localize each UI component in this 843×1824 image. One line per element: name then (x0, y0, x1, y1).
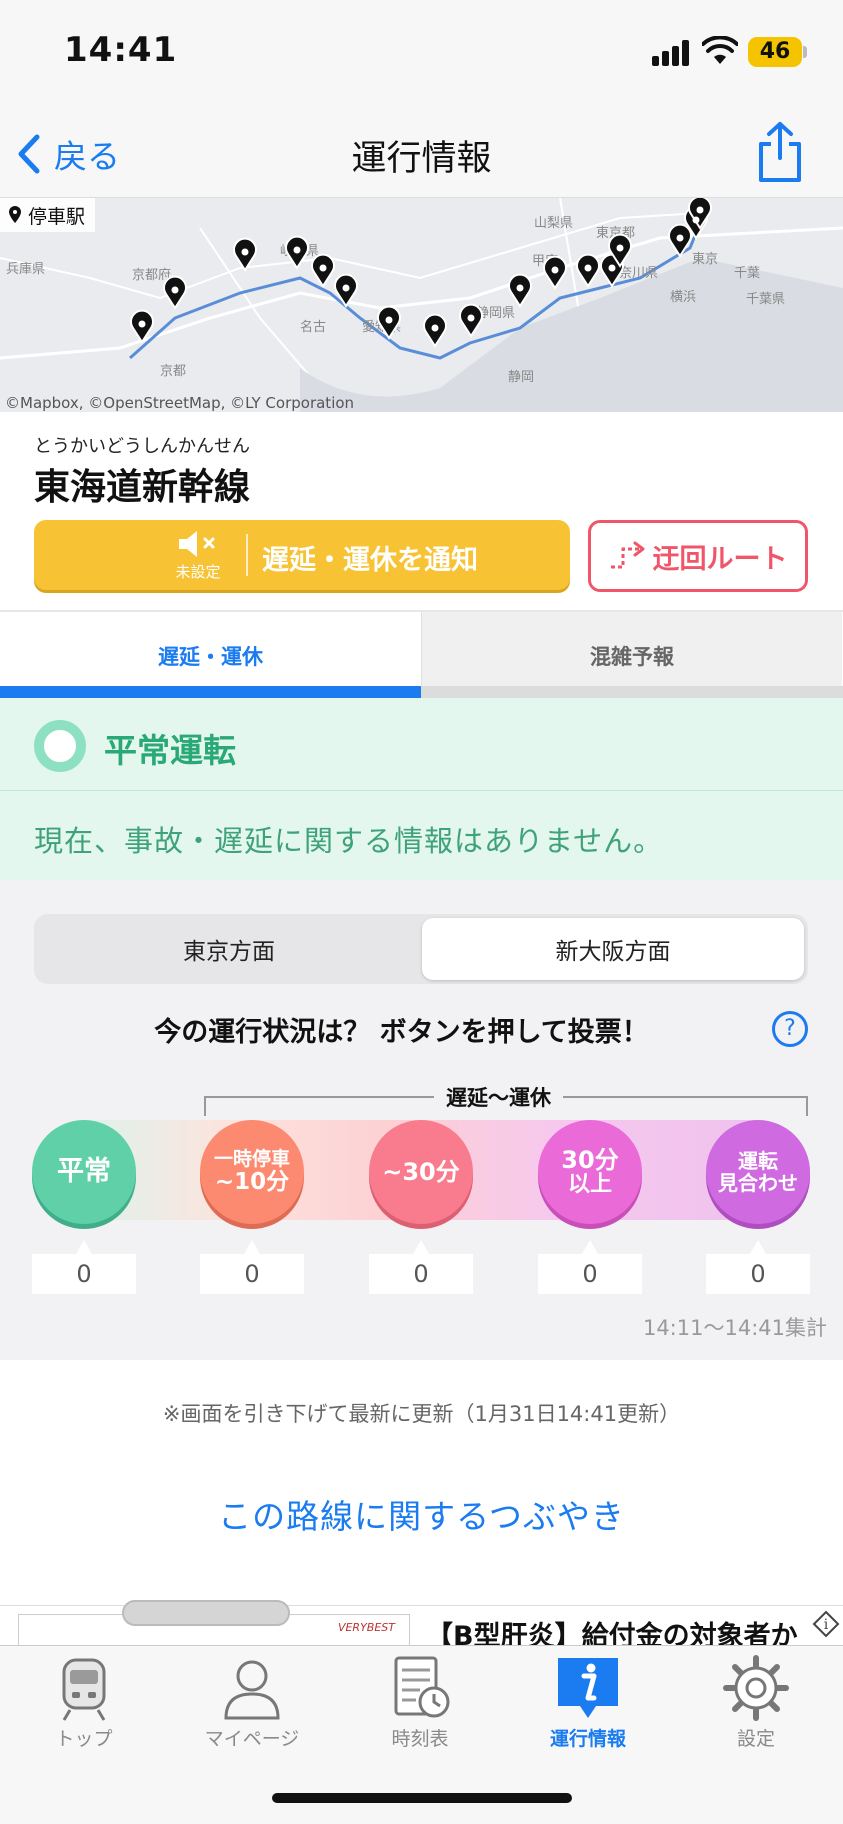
line-furigana: とうかいどうしんかんせん (34, 436, 250, 457)
ad-brand: VERYBEST (337, 1621, 395, 1634)
timetable-icon (394, 1656, 450, 1718)
vote-suspended-button[interactable]: 運転 見合わせ (706, 1120, 810, 1224)
footer-info: ※画面を引き下げて最新に更新（1月31日14:41更新） この路線に関するつぶや… (0, 1360, 843, 1605)
train-icon (62, 1658, 106, 1721)
ad-info-icon[interactable]: i (812, 1610, 840, 1638)
range-label: 遅延〜運休 (434, 1082, 563, 1112)
detour-icon (610, 541, 644, 569)
vote-count: 0 (538, 1240, 642, 1294)
wifi-icon (702, 36, 738, 64)
gear-icon (723, 1655, 789, 1721)
detour-route-button[interactable]: 迂回ルート (588, 520, 808, 592)
tabbar-label: 時刻表 (391, 1728, 449, 1750)
notify-label: 遅延・運休を通知 (262, 545, 478, 576)
tabbar-label: 運行情報 (549, 1728, 626, 1750)
vote-option-sublabel: ~10分 (214, 1168, 290, 1195)
vote-option-label: 平常 (57, 1156, 111, 1188)
status-divider (0, 790, 843, 791)
refresh-note: ※画面を引き下げて最新に更新（1月31日14:41更新） (162, 1402, 681, 1426)
vote-question: 今の運行状況は？ ボタンを押して投票！ (154, 1017, 649, 1048)
line-name: 東海道新幹線 (34, 467, 251, 508)
notify-unset-label: 未設定 (175, 563, 221, 581)
vote-30min-button[interactable]: ~30分 (369, 1120, 473, 1224)
info-icon (558, 1658, 618, 1718)
notify-icon-group: 未設定 (158, 526, 238, 584)
status-bar: 14:41 46 (0, 0, 843, 110)
tabbar-item-operation-info[interactable]: 運行情報 (504, 1654, 672, 1754)
vote-normal-button[interactable]: 平常 (32, 1120, 136, 1224)
route-map[interactable]: 停車駅 兵庫県 京都府 京都 岐阜県 名古 愛知県 静岡県 静岡 山梨県 甲府 … (0, 198, 843, 412)
battery-icon: 46 (748, 37, 802, 67)
tweets-link[interactable]: この路線に関するつぶやき (0, 1490, 843, 1538)
normal-status-icon (34, 720, 86, 772)
share-icon[interactable] (755, 120, 805, 184)
vote-over-30min-button[interactable]: 30分 以上 (538, 1120, 642, 1224)
signal-icon (652, 40, 692, 66)
person-icon (224, 1660, 280, 1720)
vote-option-label: ~30分 (382, 1157, 460, 1186)
status-title: 平常運転 (104, 731, 236, 770)
svg-text:i: i (824, 1617, 829, 1633)
tally-period: 14:11～14:41集計 (642, 1316, 827, 1340)
tabbar-label: マイページ (204, 1728, 300, 1750)
vote-count: 0 (706, 1240, 810, 1294)
vote-count: 0 (200, 1240, 304, 1294)
detour-label: 迂回ルート (652, 543, 788, 575)
help-icon[interactable]: ? (772, 1011, 808, 1047)
vote-option-label: 一時停車 (213, 1147, 290, 1170)
ad-text: 【B型肝炎】給付金の対象者か (426, 1621, 798, 1645)
tabbar-label: 設定 (736, 1728, 775, 1750)
vote-section: 東京方面 新大阪方面 今の運行状況は？ ボタンを押して投票！ ? 遅延〜運休 平… (0, 898, 843, 1360)
vote-option-sublabel: 以上 (567, 1172, 612, 1198)
tabbar-item-top[interactable]: トップ (0, 1654, 168, 1754)
tab-active-indicator (0, 686, 421, 698)
notify-button[interactable]: 未設定 遅延・運休を通知 (34, 520, 570, 590)
mute-speaker-icon (179, 531, 215, 557)
vote-stop-10min-button[interactable]: 一時停車 ~10分 (200, 1120, 304, 1224)
vote-option-label: 運転 (738, 1149, 778, 1173)
map-credit: ©Mapbox, ©OpenStreetMap, ©LY Corporation (5, 394, 355, 412)
page-title: 運行情報 (351, 139, 492, 179)
tabbar-item-timetable[interactable]: 時刻表 (336, 1654, 504, 1754)
battery-cap (803, 46, 807, 58)
tab-track (421, 686, 843, 698)
direction-tokyo-segment[interactable]: 東京方面 (38, 918, 420, 980)
vote-option-sublabel: 見合わせ (718, 1171, 798, 1195)
operation-status-panel: 平常運転 現在、事故・遅延に関する情報はありません。 (0, 698, 843, 880)
notify-divider (246, 534, 248, 576)
vote-option-label: 30分 (561, 1145, 619, 1174)
tabbar-label: トップ (55, 1728, 113, 1750)
line-header: とうかいどうしんかんせん 東海道新幹線 未設定 遅延・運休を通知 迂回ルート (0, 412, 843, 610)
direction-shin-osaka-segment[interactable]: 新大阪方面 (422, 918, 804, 980)
navigation-bar: 戻る 運行情報 (0, 110, 843, 198)
tabbar-item-settings[interactable]: 設定 (672, 1654, 840, 1754)
ad-drag-handle[interactable] (122, 1600, 290, 1626)
vote-count: 0 (369, 1240, 473, 1294)
vote-count: 0 (32, 1240, 136, 1294)
tabbar-item-mypage[interactable]: マイページ (168, 1654, 336, 1754)
station-pins (130, 198, 712, 348)
direction-segmented-control: 東京方面 新大阪方面 (34, 914, 808, 984)
status-time: 14:41 (64, 30, 178, 70)
status-message: 現在、事故・遅延に関する情報はありません。 (34, 824, 664, 858)
home-indicator (272, 1793, 572, 1803)
info-tabs: 遅延・運休 混雑予報 (0, 610, 843, 700)
